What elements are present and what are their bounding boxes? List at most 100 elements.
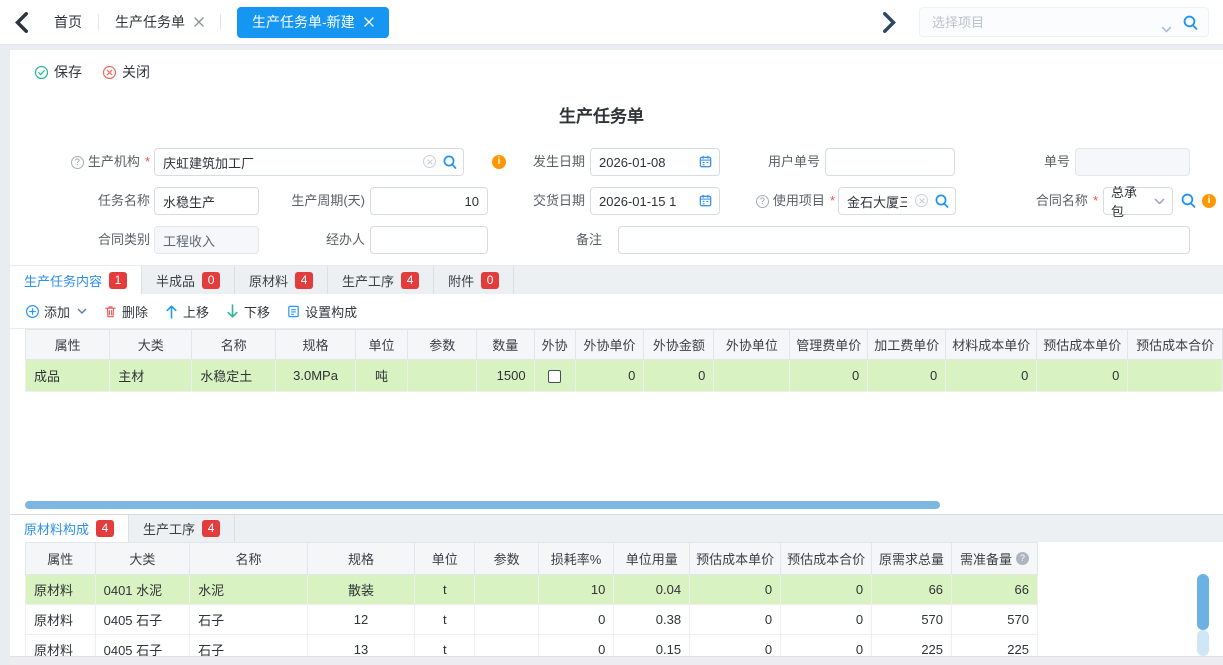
search-icon[interactable] xyxy=(1182,14,1199,31)
cell: 66 xyxy=(952,575,1038,605)
close-button[interactable]: 关闭 xyxy=(102,62,150,82)
table-header-row: 属性 大类 名称 规格 单位 参数 数量 外协 外协单价 外协金额 外协单位 管… xyxy=(26,330,1223,360)
table-row[interactable]: 原材料 0405 石子 石子 12 t 0 0.38 0 0 570 570 xyxy=(26,605,1038,635)
user-no-input[interactable] xyxy=(825,148,955,176)
col-header: 名称 xyxy=(192,330,276,360)
page-title: 生产任务单 xyxy=(10,102,1193,127)
search-icon[interactable] xyxy=(442,154,458,170)
count-badge: 0 xyxy=(202,272,220,289)
table-row[interactable]: 原材料 0401 水泥 水泥 散装 t 10 0.04 0 0 66 66 xyxy=(26,575,1038,605)
tab-production-task[interactable]: 生产任务单 xyxy=(115,12,204,32)
add-button[interactable]: 添加 xyxy=(25,302,87,321)
chevron-down-icon[interactable] xyxy=(1161,20,1172,38)
move-up-button[interactable]: 上移 xyxy=(164,302,209,321)
clear-icon[interactable] xyxy=(423,155,436,168)
project-select-input[interactable] xyxy=(932,15,1150,30)
col-header: 参数 xyxy=(475,543,538,575)
tab-production-task-new[interactable]: 生产任务单-新建 xyxy=(237,7,389,38)
contract-name-label: 合同名称* xyxy=(960,187,1098,215)
tab-semi-finished[interactable]: 半成品0 xyxy=(142,266,235,294)
cell: 0.04 xyxy=(614,575,690,605)
count-badge: 4 xyxy=(96,520,114,537)
col-header: 数量 xyxy=(477,330,535,360)
save-label: 保存 xyxy=(54,62,82,82)
cell: 0 xyxy=(690,575,781,605)
document-panel: 保存 关闭 生产任务单 生产机构* 发生日期 用户单号 单号 xyxy=(10,50,1223,665)
search-icon[interactable] xyxy=(1180,192,1197,209)
table-row[interactable]: 成品 主材 水稳定土 3.0MPa 吨 1500 0 0 0 0 0 0 xyxy=(26,360,1223,392)
close-icon[interactable] xyxy=(194,17,204,27)
table-header-row: 属性 大类 名称 规格 单位 参数 损耗率% 单位用量 预估成本单价 预估成本合… xyxy=(26,543,1038,575)
clear-icon[interactable] xyxy=(915,194,928,207)
move-down-button[interactable]: 下移 xyxy=(225,302,270,321)
tab-raw-materials[interactable]: 原材料4 xyxy=(235,266,328,294)
table-row[interactable]: 原材料 0405 石子 石子 13 t 0 0.15 0 0 225 225 xyxy=(26,635,1038,657)
forward-icon[interactable] xyxy=(883,15,897,29)
document-toolbar: 保存 关闭 xyxy=(34,62,150,82)
search-icon[interactable] xyxy=(934,193,950,209)
col-header: 单位用量 xyxy=(614,543,690,575)
cell: t xyxy=(415,605,475,635)
help-icon[interactable] xyxy=(756,195,769,208)
cell: 石子 xyxy=(190,605,308,635)
tab-home[interactable]: 首页 xyxy=(54,12,82,32)
col-header: 外协单价 xyxy=(575,330,644,360)
remark-field xyxy=(618,226,1190,254)
cell: 570 xyxy=(872,605,952,635)
outsource-checkbox[interactable] xyxy=(548,370,561,383)
col-header: 规格 xyxy=(276,330,355,360)
cell-outsource-unit xyxy=(714,360,790,392)
trash-icon xyxy=(103,304,118,319)
col-header: 预估成本单价 xyxy=(1037,330,1128,360)
cell-process-fee: 0 xyxy=(868,360,946,392)
cell: 66 xyxy=(872,575,952,605)
back-icon[interactable] xyxy=(14,15,28,29)
top-tab-bar: 首页 生产任务单 生产任务单-新建 xyxy=(0,0,1223,45)
col-header: 外协单位 xyxy=(714,330,790,360)
org-input[interactable] xyxy=(154,148,464,176)
close-label: 关闭 xyxy=(122,62,150,82)
remark-input[interactable] xyxy=(618,226,1190,254)
cell: t xyxy=(415,635,475,657)
tab-production-task-content[interactable]: 生产任务内容1 xyxy=(10,266,142,294)
col-header: 大类 xyxy=(110,330,192,360)
tab-home-label: 首页 xyxy=(54,12,82,32)
topbar-right xyxy=(883,7,1209,37)
cell: t xyxy=(415,575,475,605)
tab-attachments[interactable]: 附件0 xyxy=(434,266,514,294)
vertical-scrollbar-track[interactable] xyxy=(1197,630,1209,656)
tab-raw-material-composition[interactable]: 原材料构成4 xyxy=(10,515,129,542)
info-icon[interactable] xyxy=(1202,194,1216,208)
col-header: 需准备量 xyxy=(952,543,1038,575)
cell: 0 xyxy=(538,605,614,635)
tab-production-process[interactable]: 生产工序4 xyxy=(328,266,434,294)
x-circle-icon xyxy=(102,65,117,80)
task-name-label: 任务名称 xyxy=(18,187,150,215)
contract-name-select[interactable]: 总承包 xyxy=(1103,187,1173,215)
delete-button[interactable]: 删除 xyxy=(103,302,148,321)
col-header: 损耗率% xyxy=(538,543,614,575)
bottom-scroll-track[interactable] xyxy=(10,656,1223,665)
set-composition-button[interactable]: 设置构成 xyxy=(286,302,357,321)
cell: 0.15 xyxy=(614,635,690,657)
tab-production-process-bottom[interactable]: 生产工序4 xyxy=(129,515,235,542)
contract-type-label: 合同类别 xyxy=(18,226,150,254)
cell-outsource-price: 0 xyxy=(575,360,644,392)
cell-spec: 3.0MPa xyxy=(276,360,355,392)
vertical-scrollbar[interactable] xyxy=(1197,542,1209,656)
contract-type-input xyxy=(154,226,259,254)
cell: 0405 石子 xyxy=(95,605,189,635)
save-button[interactable]: 保存 xyxy=(34,62,82,82)
close-icon[interactable] xyxy=(364,17,374,27)
task-name-input[interactable] xyxy=(154,187,259,215)
vertical-scrollbar-thumb[interactable] xyxy=(1197,574,1209,630)
horizontal-scrollbar[interactable] xyxy=(25,501,940,509)
org-field xyxy=(154,148,464,176)
cell: 12 xyxy=(307,605,414,635)
col-header: 大类 xyxy=(95,543,189,575)
handler-input[interactable] xyxy=(370,226,488,254)
issue-date-label: 发生日期 xyxy=(460,148,585,176)
question-icon[interactable] xyxy=(1016,552,1029,565)
help-icon[interactable] xyxy=(71,156,84,169)
count-badge: 0 xyxy=(481,272,499,289)
